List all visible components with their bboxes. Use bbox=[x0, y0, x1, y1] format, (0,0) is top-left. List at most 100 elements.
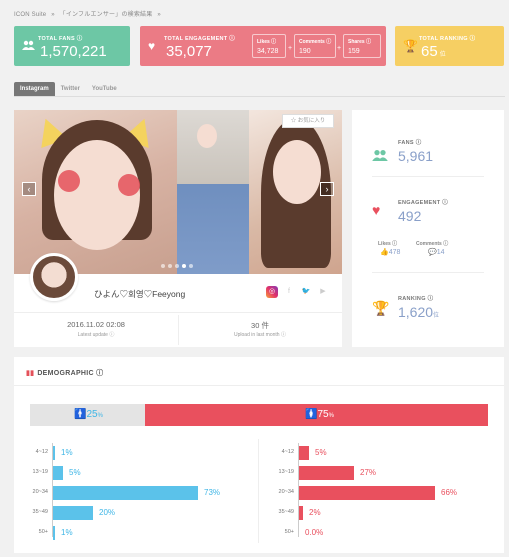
youtube-icon[interactable]: ▶ bbox=[317, 286, 329, 298]
age-tick-label: 20~34 bbox=[32, 489, 48, 495]
latest-update-label: Latest update bbox=[77, 332, 108, 338]
comment-icon: 💬 bbox=[428, 249, 437, 256]
carousel-dots bbox=[161, 264, 193, 268]
thumbs-up-icon: 👍 bbox=[380, 249, 389, 256]
female-icon: 🚺 bbox=[305, 409, 318, 420]
filter-blush-left bbox=[58, 170, 80, 192]
divider bbox=[372, 272, 484, 273]
age-percent-label: 5% bbox=[69, 468, 81, 477]
breadcrumb-separator: » bbox=[157, 12, 161, 18]
comments-box: Comments ⓘ 190 bbox=[294, 34, 336, 58]
filter-blush-right bbox=[118, 174, 140, 196]
carousel-prev-button[interactable]: ‹ bbox=[22, 182, 36, 196]
age-bar bbox=[299, 506, 303, 520]
age-tick-label: 20~34 bbox=[278, 489, 294, 495]
help-icon[interactable]: ⓘ bbox=[77, 36, 83, 42]
shares-label: Shares bbox=[348, 39, 365, 45]
total-fans-card: TOTAL FANS ⓘ 1,570,221 bbox=[14, 26, 130, 66]
carousel-next-button[interactable]: › bbox=[320, 182, 334, 196]
carousel-photo bbox=[177, 110, 249, 274]
likes-value: 34,728 bbox=[257, 48, 279, 55]
help-icon[interactable]: ⓘ bbox=[416, 140, 422, 146]
tab-youtube[interactable]: YouTube bbox=[86, 82, 123, 96]
total-fans-value: 1,570,221 bbox=[40, 43, 107, 60]
ranking-label: RANKING bbox=[398, 296, 426, 302]
facebook-icon[interactable]: f bbox=[283, 286, 295, 298]
profile-name: ひよん♡회영♡Feeyong bbox=[94, 289, 186, 299]
total-engagement-label: TOTAL ENGAGEMENT bbox=[164, 36, 228, 42]
age-bar bbox=[53, 486, 198, 500]
age-bar bbox=[299, 466, 354, 480]
age-percent-label: 5% bbox=[315, 448, 327, 457]
help-icon[interactable]: ⓘ bbox=[96, 370, 103, 377]
divider bbox=[372, 176, 484, 177]
age-percent-label: 1% bbox=[61, 448, 73, 457]
bar-chart-icon: ▮▮ bbox=[26, 370, 35, 377]
breadcrumb-home[interactable]: ICON Suite bbox=[14, 12, 46, 18]
divider bbox=[258, 439, 259, 543]
female-share-bar: 🚺75% bbox=[145, 404, 488, 426]
age-percent-label: 66% bbox=[441, 488, 458, 497]
carousel-dot[interactable] bbox=[189, 264, 193, 268]
carousel-dot[interactable] bbox=[168, 264, 172, 268]
demographic-card: ▮▮ DEMOGRAPHIC ⓘ 🚹25% 🚺75% 4~12 1% 13~19 5% 2… bbox=[14, 357, 504, 553]
likes-value: 478 bbox=[388, 249, 401, 256]
trophy-icon: 🏆 bbox=[372, 300, 390, 316]
age-percent-label: 73% bbox=[204, 488, 221, 497]
favorite-button[interactable]: ☆ お気に入り bbox=[282, 114, 334, 128]
carousel-dot[interactable] bbox=[175, 264, 179, 268]
profile-card: ‹ › ☆ お気に入り ひよん♡회영♡Feeyong ◎ f 🐦 ▶ 2016.… bbox=[14, 110, 342, 347]
instagram-icon[interactable]: ◎ bbox=[266, 286, 278, 298]
female-percent-unit: % bbox=[328, 413, 334, 419]
latest-update-value: 2016.11.02 02:08 bbox=[67, 320, 125, 329]
twitter-icon[interactable]: 🐦 bbox=[300, 286, 312, 298]
breadcrumb-current[interactable]: 「インフルエンサー」の検索結果 bbox=[60, 12, 153, 18]
help-icon[interactable]: ⓘ bbox=[428, 296, 434, 302]
female-percent: 75 bbox=[317, 409, 329, 420]
users-icon bbox=[22, 40, 35, 52]
comments-value: 190 bbox=[299, 48, 311, 55]
rank-unit: 位 bbox=[433, 313, 440, 319]
photo-face bbox=[273, 140, 321, 204]
comments-label: Comments bbox=[299, 39, 325, 45]
carousel-dot-active[interactable] bbox=[182, 264, 186, 268]
tab-twitter[interactable]: Twitter bbox=[55, 82, 86, 96]
total-engagement-value: 35,077 bbox=[166, 43, 212, 60]
age-tick-label: 50+ bbox=[284, 529, 294, 535]
carousel-dot[interactable] bbox=[161, 264, 165, 268]
age-percent-label: 20% bbox=[99, 508, 116, 517]
comments-value: 14 bbox=[436, 249, 445, 256]
age-bar bbox=[53, 466, 63, 480]
ranking-value: 1,620 bbox=[398, 304, 434, 320]
heart-icon: ♥ bbox=[148, 39, 156, 53]
help-icon[interactable]: ⓘ bbox=[281, 332, 286, 338]
help-icon[interactable]: ⓘ bbox=[442, 200, 448, 206]
rank-unit: 位 bbox=[439, 52, 446, 58]
total-engagement-card: ♥ TOTAL ENGAGEMENT ⓘ 35,077 Likes ⓘ 34,7… bbox=[140, 26, 386, 66]
help-icon[interactable]: ⓘ bbox=[229, 36, 235, 42]
age-tick-label: 4~12 bbox=[35, 449, 48, 455]
age-tick-label: 35~49 bbox=[32, 509, 48, 515]
tab-instagram[interactable]: Instagram bbox=[14, 82, 55, 96]
male-percent-unit: % bbox=[97, 413, 103, 419]
age-bar bbox=[53, 446, 55, 460]
age-tick-label: 35~49 bbox=[278, 509, 294, 515]
plus-sign: + bbox=[288, 45, 293, 52]
divider bbox=[14, 385, 504, 386]
help-icon[interactable]: ⓘ bbox=[470, 36, 476, 42]
fans-label: FANS bbox=[398, 140, 414, 146]
age-tick-label: 4~12 bbox=[281, 449, 294, 455]
photo-carousel[interactable]: ‹ › ☆ お気に入り bbox=[14, 110, 342, 274]
age-bar bbox=[53, 506, 93, 520]
carousel-photo bbox=[14, 110, 177, 274]
age-percent-label: 1% bbox=[61, 528, 73, 537]
users-icon bbox=[372, 148, 388, 164]
photo-face bbox=[197, 124, 217, 148]
help-icon[interactable]: ⓘ bbox=[109, 332, 114, 338]
uploads-value: 30 件 bbox=[251, 321, 269, 330]
plus-sign: + bbox=[337, 45, 342, 52]
tab-underline bbox=[14, 96, 505, 97]
demographic-title: DEMOGRAPHIC bbox=[37, 370, 94, 377]
avatar[interactable] bbox=[30, 253, 78, 301]
male-icon: 🚹 bbox=[74, 409, 87, 420]
